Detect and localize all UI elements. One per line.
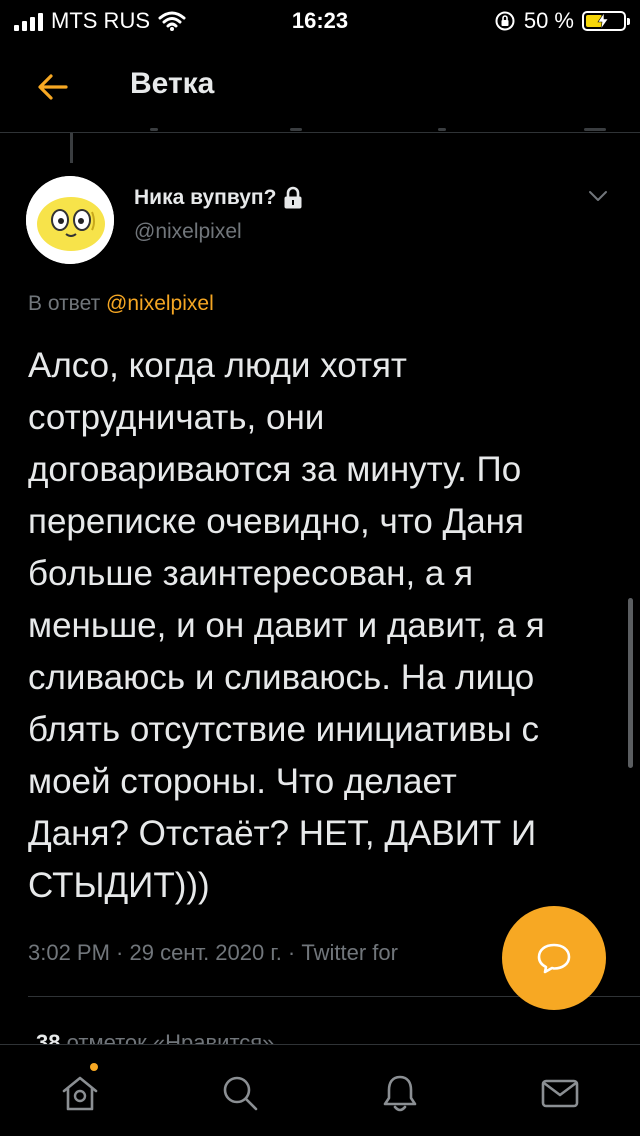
avatar[interactable]: [26, 176, 114, 264]
home-notification-dot: [90, 1063, 98, 1071]
screen: MTS RUS 16:23 50 % Ветка Ника вупвуп? @n…: [0, 0, 640, 1136]
bell-icon[interactable]: [378, 1071, 422, 1115]
thread-header: Ветка: [0, 40, 640, 133]
home-icon[interactable]: [58, 1071, 102, 1115]
lock-icon: [284, 186, 302, 209]
charging-bolt-icon: [597, 13, 609, 29]
chevron-down-icon[interactable]: [586, 184, 610, 208]
reply-prefix: В ответ: [28, 292, 101, 315]
envelope-icon[interactable]: [538, 1071, 582, 1115]
author-handle[interactable]: @nixelpixel: [134, 220, 242, 244]
battery-tip: [627, 18, 630, 25]
status-bar: MTS RUS 16:23 50 %: [0, 0, 640, 40]
compose-reply-button[interactable]: [502, 906, 606, 1010]
author-name-row[interactable]: Ника вупвуп?: [134, 186, 304, 210]
thread-line: [70, 133, 73, 163]
avatar-image: [26, 176, 114, 264]
tab-bar: [0, 1044, 640, 1136]
author-name: Ника вупвуп?: [134, 186, 277, 209]
compose-reply-icon: [537, 943, 571, 974]
page-title: Ветка: [130, 67, 215, 100]
previous-tweet-edge: [0, 122, 640, 132]
battery-percent: 50 %: [523, 8, 574, 33]
rotation-lock-icon: [495, 11, 515, 31]
reply-context: В ответ @nixelpixel: [28, 292, 214, 316]
battery-icon: [582, 11, 630, 31]
scrollbar[interactable]: [628, 598, 633, 768]
search-icon[interactable]: [218, 1071, 262, 1115]
status-right: 50 %: [494, 8, 630, 34]
reply-to-handle-link[interactable]: @nixelpixel: [106, 292, 214, 315]
tweet-timestamp[interactable]: 3:02 PM · 29 сент. 2020 г. · Twitter for: [28, 940, 508, 966]
arrow-left-icon[interactable]: [30, 64, 76, 110]
tweet-text: Алсо, когда люди хотят сотрудничать, они…: [28, 346, 545, 905]
